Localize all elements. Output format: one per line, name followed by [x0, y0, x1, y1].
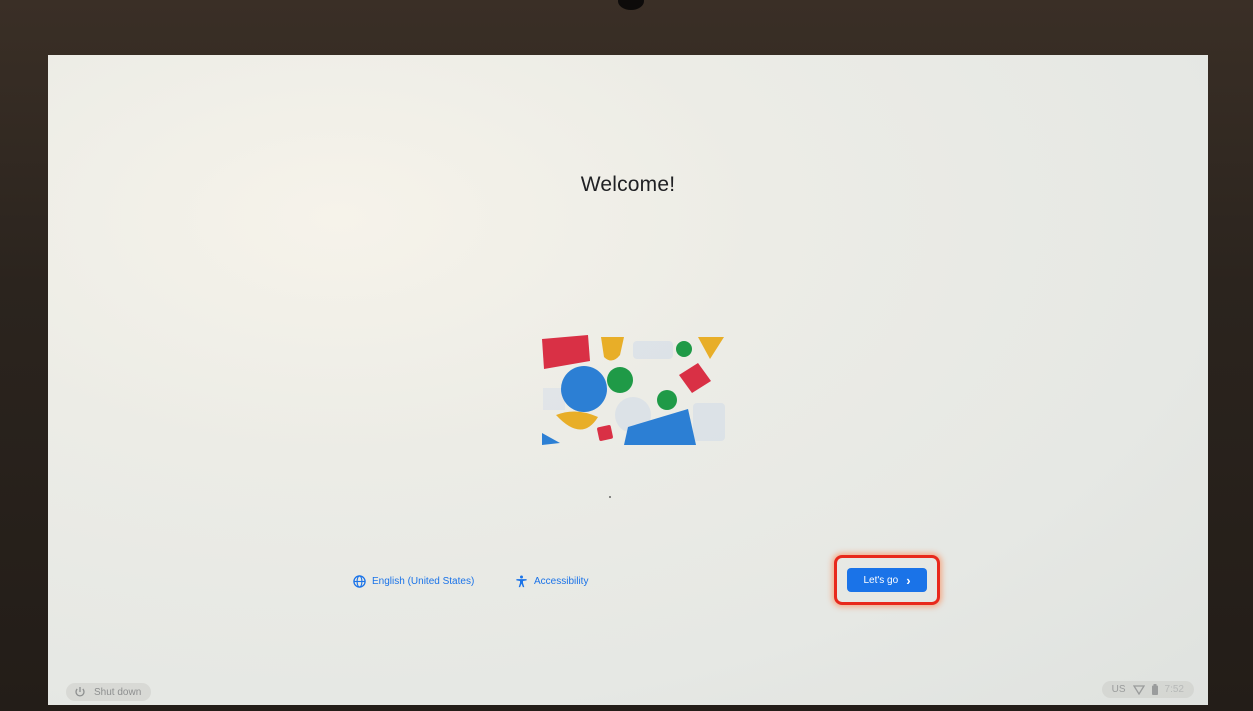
shutdown-button[interactable]: Shut down [66, 683, 152, 701]
shelf: Shut down US 7:52 [48, 675, 1208, 705]
accessibility-label: Accessibility [534, 576, 589, 587]
wifi-icon [1132, 685, 1145, 695]
battery-icon [1151, 684, 1158, 695]
oobe-screen: Welcome! English (United States) Accessi… [48, 55, 1208, 705]
accessibility-icon [516, 575, 527, 588]
welcome-illustration [542, 335, 725, 445]
webcam [618, 0, 644, 10]
accessibility-link[interactable]: Accessibility [515, 575, 588, 588]
decorative-dot [609, 496, 611, 498]
keyboard-layout-indicator: US [1111, 684, 1126, 695]
lets-go-button[interactable]: Let's go › [847, 568, 927, 592]
power-icon [75, 687, 85, 697]
language-label: English (United States) [372, 576, 475, 587]
globe-icon [353, 575, 366, 588]
shutdown-label: Shut down [94, 686, 142, 698]
chevron-right-icon: › [906, 572, 911, 588]
language-selector-link[interactable]: English (United States) [353, 575, 474, 588]
lets-go-label: Let's go [863, 574, 899, 586]
clock: 7:52 [1164, 684, 1184, 695]
status-tray[interactable]: US 7:52 [1101, 681, 1194, 698]
welcome-title: Welcome! [580, 173, 676, 196]
laptop-bezel: Welcome! English (United States) Accessi… [0, 0, 1253, 711]
